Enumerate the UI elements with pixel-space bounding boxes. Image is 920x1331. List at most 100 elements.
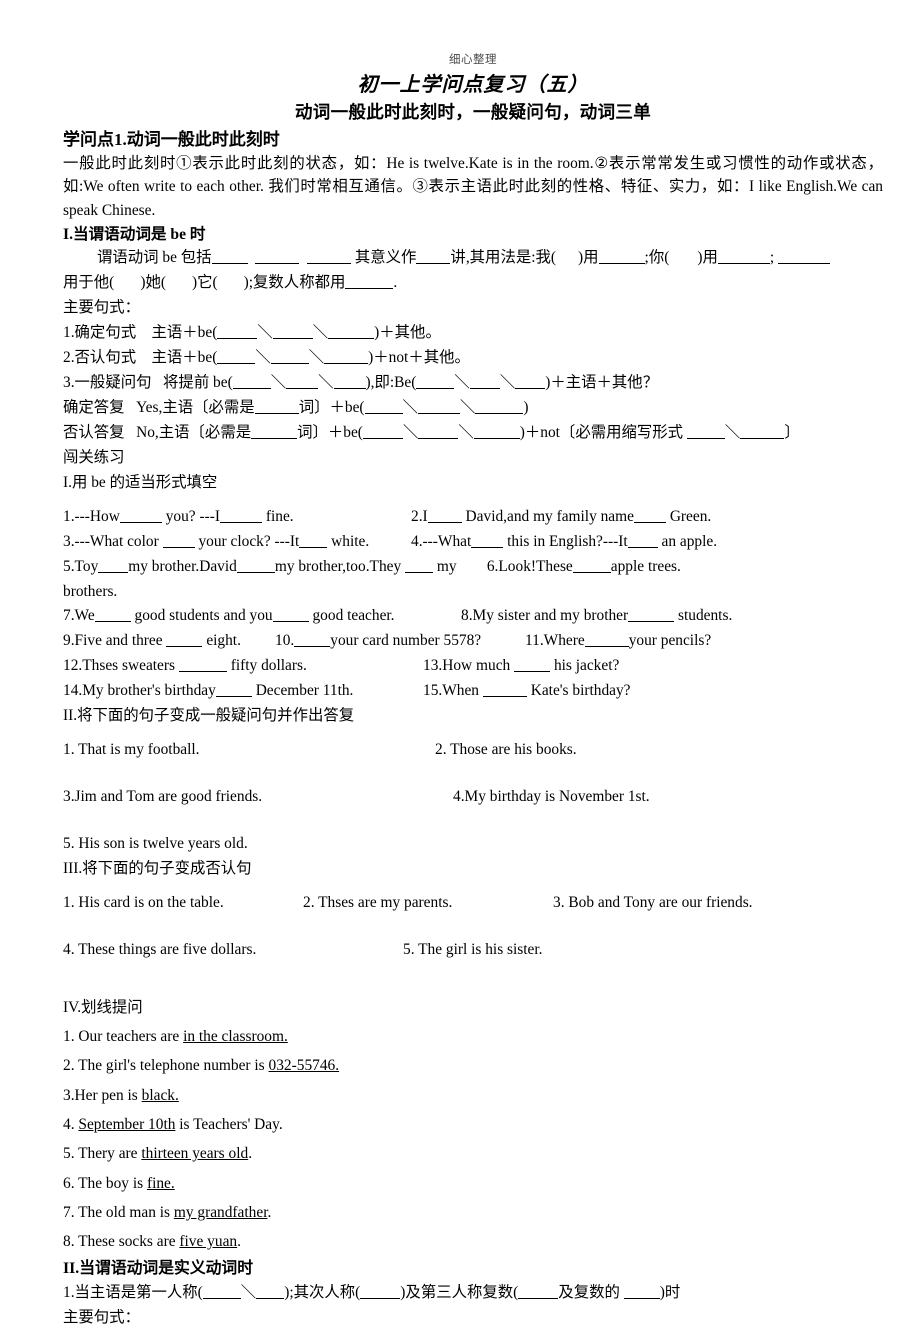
blank-field[interactable]	[215, 682, 252, 698]
blank-field[interactable]	[417, 398, 460, 414]
part3-item-1: 1. His card is on the table.	[63, 894, 224, 912]
exercise-item-9: 9.Five and three eight.	[63, 629, 275, 654]
blank-field[interactable]	[251, 423, 298, 439]
item-number: 14.	[63, 682, 83, 700]
underlined-phrase: 032-55746.	[268, 1057, 340, 1075]
blank-field[interactable]	[345, 273, 394, 290]
blank-field[interactable]	[256, 1283, 285, 1299]
be-forms-label-i: )它(	[191, 274, 218, 292]
blank-field[interactable]	[778, 248, 830, 265]
blank-field[interactable]	[202, 1283, 241, 1299]
blank-field[interactable]	[416, 248, 451, 265]
exercise-item-15: 15.When Kate's birthday?	[423, 679, 883, 704]
answer-label-aff-end: )	[523, 398, 529, 416]
pattern-label-1: 1.确定句式 主语＋be(	[63, 323, 218, 341]
blank-field[interactable]	[471, 532, 504, 548]
blank-field[interactable]	[254, 398, 299, 414]
blank-field[interactable]	[572, 557, 611, 573]
answer-label-aff-mid: 词〕＋be(	[298, 398, 365, 416]
exercise-row: 9.Five and three eight. 10. your card num…	[63, 629, 883, 654]
item-text-pre: When	[442, 682, 479, 700]
pattern-label-3-mid: ),即:Be(	[365, 373, 417, 391]
blank-field[interactable]	[255, 248, 300, 265]
blank-field[interactable]	[584, 632, 629, 648]
slash-4: ＼	[308, 348, 325, 366]
answer-label-neg-mid: 词〕＋be(	[297, 423, 363, 441]
blank-field[interactable]	[514, 657, 551, 673]
blank-field[interactable]	[324, 348, 369, 364]
blank-field[interactable]	[299, 532, 328, 548]
blank-field[interactable]	[306, 248, 351, 265]
heading-notional-verb: II.当谓语动词是实义动词时	[63, 1260, 254, 1278]
blank-field[interactable]	[272, 323, 313, 339]
underlined-phrase: September 10th	[78, 1116, 176, 1133]
sentence-pre: 2. The girl's telephone number is	[63, 1057, 269, 1075]
item-text-post: fifty dollars.	[230, 657, 307, 675]
blank-field[interactable]	[217, 323, 258, 339]
blank-field[interactable]	[360, 1283, 401, 1299]
item-text-post: fine.	[265, 507, 294, 525]
blank-field[interactable]	[98, 557, 129, 573]
patterns-title: 主要句式：	[63, 299, 140, 317]
blank-field[interactable]	[294, 632, 331, 648]
blank-field[interactable]	[270, 348, 309, 364]
item-text-post: your pencils?	[628, 632, 712, 650]
blank-field[interactable]	[178, 657, 227, 673]
blank-field[interactable]	[211, 248, 248, 265]
blank-field[interactable]	[473, 423, 520, 439]
part4-item-3: 3.Her pen is black.	[63, 1081, 883, 1110]
item-text-post: December 11th.	[255, 682, 354, 700]
blank-field[interactable]	[717, 248, 770, 265]
blank-field[interactable]	[232, 373, 271, 389]
blank-field[interactable]	[469, 373, 500, 389]
blank-field[interactable]	[416, 373, 455, 389]
item-number: 4.	[411, 532, 423, 550]
answer-label-neg-end: )＋not〔必需用缩写形式	[519, 423, 684, 441]
blank-field[interactable]	[119, 507, 162, 523]
answer-affirmative: 确定答复 Yes,主语〔必需是 词〕＋be(＼ ＼)	[63, 396, 883, 421]
blank-field[interactable]	[482, 682, 527, 698]
answer-label-neg-close: 〕	[784, 423, 800, 441]
blank-field[interactable]	[94, 607, 131, 623]
part2-row: 1. That is my football. 2. Those are his…	[63, 738, 883, 763]
item-text-pre: Five and three	[74, 632, 163, 650]
be-forms-label-c: 讲,其用法是:我(	[450, 249, 557, 267]
blank-field[interactable]	[272, 607, 309, 623]
blank-field[interactable]	[627, 532, 658, 548]
blank-field[interactable]	[333, 373, 366, 389]
item-text-post: good teacher.	[312, 607, 395, 625]
blank-field[interactable]	[475, 398, 524, 414]
item-text-pre: Toy	[74, 557, 99, 575]
item-number: 12.	[63, 657, 83, 675]
kp2-label-e: )时	[659, 1283, 681, 1301]
item-text-pre: How much	[442, 657, 511, 675]
part4-item-5: 5. Thery are thirteen years old.	[63, 1139, 883, 1168]
blank-field[interactable]	[740, 423, 785, 439]
part3-item-5: 5. The girl is his sister.	[403, 940, 543, 958]
blank-field[interactable]	[162, 532, 195, 548]
blank-field[interactable]	[166, 632, 203, 648]
blank-field[interactable]	[686, 423, 725, 439]
blank-field[interactable]	[598, 248, 645, 265]
blank-field[interactable]	[628, 607, 675, 623]
blank-field[interactable]	[217, 348, 256, 364]
blank-field[interactable]	[236, 557, 275, 573]
slash-6: ＼	[318, 373, 334, 391]
blank-field[interactable]	[364, 398, 403, 414]
blank-field[interactable]	[633, 507, 666, 523]
blank-field[interactable]	[219, 507, 262, 523]
blank-field[interactable]	[427, 507, 462, 523]
blank-field[interactable]	[518, 1283, 559, 1299]
blank-field[interactable]	[328, 323, 375, 339]
blank-field[interactable]	[623, 1283, 660, 1299]
blank-field[interactable]	[515, 373, 546, 389]
item-text-post: your card number 5578?	[330, 632, 482, 650]
blank-field[interactable]	[418, 423, 459, 439]
pattern-affirmative: 1.确定句式 主语＋be(＼ ＼)＋其他。	[63, 321, 883, 346]
underlined-phrase: fine.	[146, 1174, 175, 1192]
blank-field[interactable]	[405, 557, 434, 573]
item-text-post: white.	[331, 532, 370, 550]
be-forms-label-h: )她(	[140, 274, 166, 292]
blank-field[interactable]	[362, 423, 403, 439]
blank-field[interactable]	[286, 373, 319, 389]
